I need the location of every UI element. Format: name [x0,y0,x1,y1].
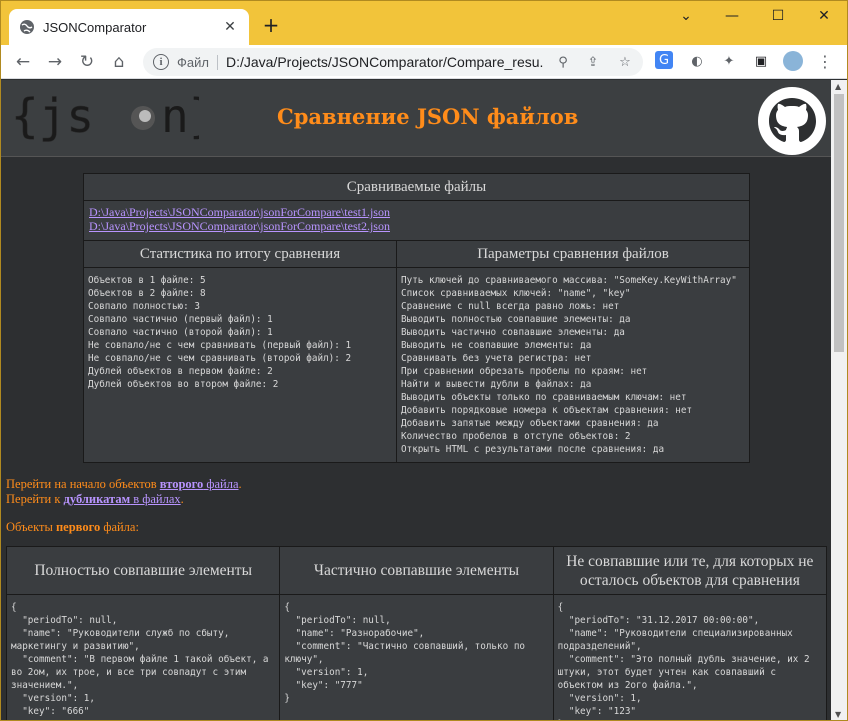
scroll-down-icon[interactable]: ▼ [835,710,841,719]
stat-line: Совпало частично (первый файл): 1 [88,314,273,325]
page-header: {js n} Сравнение JSON файлов [1,80,831,157]
param-line: Выводить объекты только по сравниваемым … [401,392,687,403]
sidebar-icon[interactable]: ▣ [751,51,771,71]
files-table: Сравниваемые файлы D:\Java\Projects\JSON… [83,173,750,463]
chevron-down-icon[interactable]: ⌄ [663,1,709,31]
json-logo: {js n} [11,94,199,142]
stat-line: Дублей объектов во втором файле: 2 [88,379,279,390]
stats-cell: Объектов в 1 файле: 5 Объектов в 2 файле:… [83,267,397,463]
translate-extension-icon[interactable]: G [655,51,673,69]
partial-match-header: Частично совпавшие элементы [279,546,554,595]
duplicates-link-bold[interactable]: дубликатам [64,492,131,506]
reload-button[interactable]: ↻ [75,50,99,74]
nav-link-suffix: . [180,492,184,506]
file-link-1[interactable]: D:\Java\Projects\JSONComparator\jsonForC… [89,205,744,219]
objects-title-bold: первого [55,520,101,534]
github-icon[interactable] [757,86,827,156]
full-match-header: Полностью совпавшие элементы [5,546,281,595]
page-viewport: {js n} Сравнение JSON файлов Сравниваемы… [1,80,831,720]
url-text[interactable]: D:/Java/Projects/JSONComparator/Compare_… [226,54,544,70]
stat-line: Не совпало/не с чем сравнивать (второй ф… [88,353,352,364]
params-header: Параметры сравнения файлов [396,240,750,268]
param-line: Путь ключей до сравниваемого массива: "S… [401,275,737,286]
duplicates-link[interactable]: дубликатам в файлах [64,492,181,506]
stat-line: Объектов в 1 файле: 5 [88,275,206,286]
back-button[interactable]: ← [11,50,35,74]
title-bar: JSONComparator ✕ + ⌄ — ☐ ✕ [1,1,847,45]
stat-line: Не совпало/не с чем сравнивать (первый ф… [88,340,352,351]
files-header: Сравниваемые файлы [83,173,750,201]
scroll-up-icon[interactable]: ▲ [835,82,841,91]
browser-tab[interactable]: JSONComparator ✕ [9,9,249,45]
new-tab-button[interactable]: + [259,13,283,37]
page-title: Сравнение JSON файлов [277,104,579,129]
globe-icon [19,19,35,35]
duplicates-link-text[interactable]: в файлах [130,492,180,506]
comparison-table: Полностью совпавшие элементы Частично со… [5,546,828,720]
param-line: Добавить запятые между объектами сравнен… [401,418,659,429]
zoom-icon[interactable]: ⚲ [553,52,573,72]
address-bar[interactable]: i Файл D:/Java/Projects/JSONComparator/C… [143,48,643,76]
nav-links: Перейти на начало объектов второго файла… [6,477,242,507]
objects-section-title: Объекты первого файла: [6,520,139,535]
no-match-cell: { "periodTo": "31.12.2017 00:00:00", "na… [557,602,810,720]
page-scrollbar[interactable]: ▲ ▼ [831,80,847,720]
close-window-button[interactable]: ✕ [801,1,847,31]
home-button[interactable]: ⌂ [107,50,131,74]
second-file-link-bold[interactable]: второго [160,477,203,491]
info-icon[interactable]: i [153,54,169,70]
scrollbar-thumb[interactable] [834,94,844,352]
stat-line: Совпало частично (второй файл): 1 [88,327,273,338]
avatar[interactable] [783,51,803,71]
param-line: При сравнении обрезать пробелы по краям:… [401,366,648,377]
param-line: Выводить частично совпавшие элементы: да [401,327,625,338]
bookmark-star-icon[interactable]: ☆ [615,52,635,72]
param-line: Сравнивать без учета регистра: нет [401,353,592,364]
param-line: Добавить порядковые номера к объектам ср… [401,405,693,416]
browser-window: JSONComparator ✕ + ⌄ — ☐ ✕ ← → ↻ ⌂ i Фай… [0,0,848,721]
objects-title-suffix: файла: [100,520,139,534]
puzzle-icon[interactable]: ✦ [719,51,739,71]
param-line: Выводить полностью совпавшие элементы: д… [401,314,631,325]
second-file-link[interactable]: второго файла [160,477,239,491]
param-line: Открыть HTML с результатами после сравне… [401,444,665,455]
objects-title-prefix: Объекты [6,520,56,534]
full-match-cell: { "periodTo": null, "name": "Руководител… [11,602,269,717]
params-cell: Путь ключей до сравниваемого массива: "S… [396,267,750,463]
share-icon[interactable]: ⇪ [583,52,603,72]
maximize-button[interactable]: ☐ [755,1,801,31]
param-line: Найти и вывести дубли в файлах: да [401,379,592,390]
stat-line: Совпало полностью: 3 [88,301,200,312]
minimize-button[interactable]: — [709,1,755,31]
nav-link-prefix: Перейти на начало объектов [6,477,160,491]
second-file-link-text[interactable]: файла [203,477,238,491]
nav-link-prefix: Перейти к [6,492,64,506]
partial-match-cell: { "periodTo": null, "name": "Разнорабочи… [284,602,526,704]
tab-title: JSONComparator [43,19,147,35]
no-match-header: Не совпавшие или те, для которых не оста… [552,546,828,595]
stat-line: Дублей объектов в первом файле: 2 [88,366,273,377]
stat-line: Объектов в 2 файле: 8 [88,288,206,299]
param-line: Сравнение с null всегда равно ложь: нет [401,301,620,312]
scheme-label: Файл [177,54,218,70]
close-tab-icon[interactable]: ✕ [221,19,239,35]
svg-text:n}: n} [161,94,199,142]
file-link-2[interactable]: D:\Java\Projects\JSONComparator\jsonForC… [89,219,744,233]
param-line: Количество пробелов в отступе объектов: … [401,431,631,442]
param-line: Выводить не совпавшие элементы: да [401,340,592,351]
nav-link-duplicates: Перейти к дубликатам в файлах. [6,492,242,507]
svg-text:{js: {js [11,94,94,142]
forward-button[interactable]: → [43,50,67,74]
nav-link-suffix: . [238,477,242,491]
stats-header: Статистика по итогу сравнения [83,240,397,268]
nav-link-second-file: Перейти на начало объектов второго файла… [6,477,242,492]
extension-icon[interactable]: ◐ [687,51,707,71]
menu-icon[interactable]: ⋮ [815,51,835,71]
param-line: Список сравниваемых ключей: "name", "key… [401,288,631,299]
